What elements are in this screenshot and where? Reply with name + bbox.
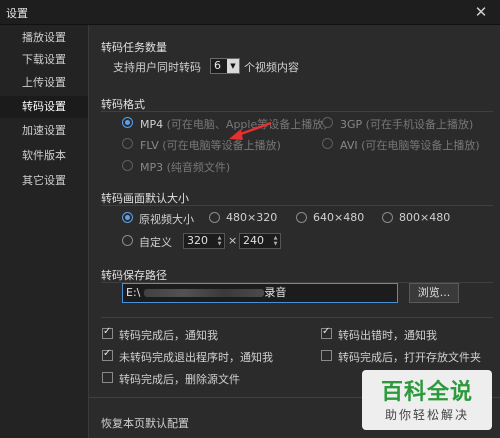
label-open-folder: 转码完成后，打开存放文件夹 (338, 351, 481, 364)
radio-size-480x320[interactable] (209, 212, 220, 223)
watermark-title: 百科全说 (380, 380, 473, 405)
label-mp3: MP3 (纯音频文件) (140, 161, 231, 174)
section-title-size: 转码画面默认大小 (101, 192, 189, 205)
times-symbol: × (228, 234, 238, 247)
sidebar-item-transcode[interactable]: 转码设置 (0, 96, 88, 118)
spinner-icon[interactable]: ▲ ▼ (216, 235, 223, 247)
label-size-original: 原视频大小 (139, 213, 194, 226)
label-delete-source: 转码完成后，删除源文件 (119, 373, 240, 386)
label-size-640x480: 640×480 (313, 211, 365, 224)
redacted-path (144, 289, 265, 297)
watermark-subtitle: 助你轻松解决 (384, 408, 469, 422)
label-notify-complete: 转码完成后，通知我 (119, 329, 218, 342)
checkbox-delete-source[interactable] (102, 372, 113, 383)
radio-3gp[interactable] (322, 117, 333, 128)
section-title-path: 转码保存路径 (101, 269, 167, 282)
annotation-arrow-icon (229, 121, 272, 140)
radio-avi[interactable] (322, 138, 333, 149)
section-title-tasks: 转码任务数量 (101, 41, 167, 54)
section-title-format: 转码格式 (101, 98, 145, 111)
sidebar-item-upload[interactable]: 上传设置 (0, 72, 88, 94)
label-3gp: 3GP (可在手机设备上播放) (340, 118, 474, 131)
sidebar: 播放设置 下载设置 上传设置 转码设置 加速设置 软件版本 其它设置 (0, 25, 89, 438)
label-avi: AVI (可在电脑等设备上播放) (340, 139, 480, 152)
checkbox-notify-complete[interactable] (102, 326, 113, 339)
task-count-select[interactable]: 6 ▼ (210, 58, 240, 74)
task-count-value: 6 (214, 59, 221, 72)
divider (101, 111, 493, 112)
sidebar-item-playback[interactable]: 播放设置 (0, 27, 88, 49)
radio-size-custom[interactable] (122, 235, 133, 246)
radio-size-original[interactable] (122, 212, 133, 223)
sidebar-item-download[interactable]: 下载设置 (0, 49, 88, 71)
sidebar-item-acceleration[interactable]: 加速设置 (0, 120, 88, 142)
checkbox-notify-error[interactable] (321, 326, 332, 339)
restore-defaults-link[interactable]: 恢复本页默认配置 (101, 415, 189, 431)
checkbox-notify-exit[interactable] (102, 348, 113, 361)
divider (101, 317, 493, 318)
radio-size-800x480[interactable] (382, 212, 393, 223)
save-path-input[interactable]: E:\ 录音 (122, 283, 398, 303)
tasks-prefix-label: 支持用户同时转码 (113, 61, 201, 74)
label-size-custom: 自定义 (139, 236, 172, 249)
window-title: 设置 (6, 7, 28, 20)
tasks-suffix-label: 个视频内容 (244, 61, 299, 74)
label-notify-error: 转码出错时，通知我 (338, 329, 437, 342)
sidebar-item-other[interactable]: 其它设置 (0, 170, 88, 192)
title-bar: 设置 ✕ (0, 0, 500, 25)
watermark-logo: 百科全说 助你轻松解决 (362, 370, 492, 430)
browse-button[interactable]: 浏览... (409, 283, 459, 303)
radio-mp4[interactable] (122, 117, 133, 128)
label-size-800x480: 800×480 (399, 211, 451, 224)
sidebar-item-version[interactable]: 软件版本 (0, 145, 88, 167)
close-icon[interactable]: ✕ (472, 3, 490, 21)
chevron-down-icon: ▼ (227, 59, 239, 73)
radio-flv[interactable] (122, 138, 133, 149)
radio-mp3[interactable] (122, 160, 133, 171)
spinner-icon[interactable]: ▲ ▼ (272, 235, 279, 247)
custom-height-input[interactable]: 240 ▲ ▼ (239, 233, 281, 249)
label-notify-exit: 未转码完成退出程序时，通知我 (119, 351, 273, 364)
label-size-480x320: 480×320 (226, 211, 278, 224)
checkbox-open-folder[interactable] (321, 350, 332, 361)
radio-size-640x480[interactable] (296, 212, 307, 223)
divider (101, 205, 493, 206)
custom-width-input[interactable]: 320 ▲ ▼ (183, 233, 225, 249)
